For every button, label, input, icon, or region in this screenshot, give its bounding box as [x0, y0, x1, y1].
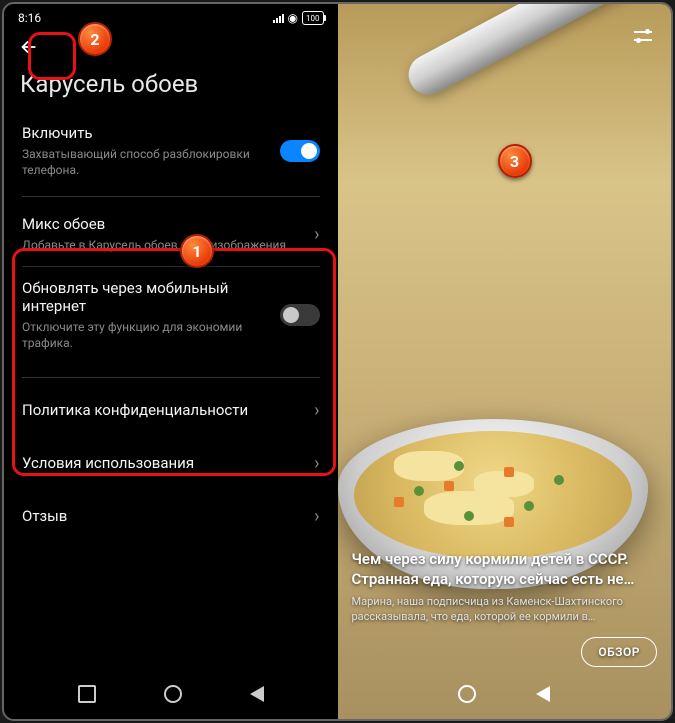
enable-toggle[interactable]	[280, 140, 320, 162]
status-bar: 8:16 ◉ 100	[4, 4, 338, 28]
tune-button[interactable]	[629, 22, 657, 50]
privacy-label: Политика конфиденциальности	[22, 401, 248, 419]
nav-home-icon[interactable]	[164, 685, 182, 703]
settings-screen: 8:16 ◉ 100 Карусель обоев Включить Захва…	[4, 4, 338, 719]
page-title: Карусель обоев	[4, 62, 338, 112]
wallpaper-image	[402, 4, 671, 102]
status-time: 8:16	[18, 11, 41, 25]
nav-back-icon[interactable]	[250, 686, 264, 702]
privacy-row[interactable]: Политика конфиденциальности ›	[4, 384, 338, 437]
wifi-icon: ◉	[288, 11, 298, 25]
terms-label: Условия использования	[22, 454, 194, 472]
feedback-row[interactable]: Отзыв ›	[4, 490, 338, 543]
mobile-title: Обновлять через мобильный интернет	[22, 279, 268, 315]
status-right: ◉ 100	[273, 11, 324, 25]
sliders-icon	[634, 29, 652, 43]
mix-title: Микс обоев	[22, 215, 302, 233]
article-overlay: Чем через силу кормили детей в СССР. Стр…	[352, 549, 658, 667]
enable-title: Включить	[22, 124, 268, 142]
enable-row[interactable]: Включить Захватывающий способ разблокиро…	[4, 112, 338, 190]
back-button[interactable]	[14, 32, 44, 62]
chevron-right-icon: ›	[314, 506, 319, 527]
android-navbar	[338, 675, 672, 713]
android-navbar	[4, 675, 338, 713]
review-button[interactable]: ОБЗОР	[581, 637, 657, 667]
battery-icon: 100	[302, 11, 324, 25]
chevron-right-icon: ›	[314, 400, 319, 421]
terms-row[interactable]: Условия использования ›	[4, 437, 338, 490]
wallpaper-preview-screen: Чем через силу кормили детей в СССР. Стр…	[338, 4, 672, 719]
mobile-sub: Отключите эту функцию для экономии трафи…	[22, 319, 268, 351]
signal-icon	[273, 14, 284, 23]
enable-sub: Захватывающий способ разблокировки телеф…	[22, 146, 268, 178]
chevron-right-icon: ›	[314, 224, 319, 245]
nav-recents-icon[interactable]	[78, 685, 96, 703]
annotation-badge-1: 1	[180, 234, 214, 268]
chevron-right-icon: ›	[314, 453, 319, 474]
annotation-badge-2: 2	[78, 22, 112, 56]
mix-row[interactable]: Микс обоев Добавьте в Карусель обоев сво…	[4, 203, 338, 265]
feedback-label: Отзыв	[22, 507, 67, 525]
nav-home-icon[interactable]	[458, 685, 476, 703]
mix-sub: Добавьте в Карусель обоев свои изображен…	[22, 237, 302, 253]
nav-back-icon[interactable]	[536, 686, 550, 702]
annotation-badge-3: 3	[498, 144, 532, 178]
mobile-toggle[interactable]	[280, 304, 320, 326]
mobile-row[interactable]: Обновлять через мобильный интернет Отклю…	[4, 267, 338, 363]
article-title: Чем через силу кормили детей в СССР. Стр…	[352, 549, 658, 590]
article-sub: Марина, наша подписчица из Каменск-Шахти…	[352, 595, 658, 625]
